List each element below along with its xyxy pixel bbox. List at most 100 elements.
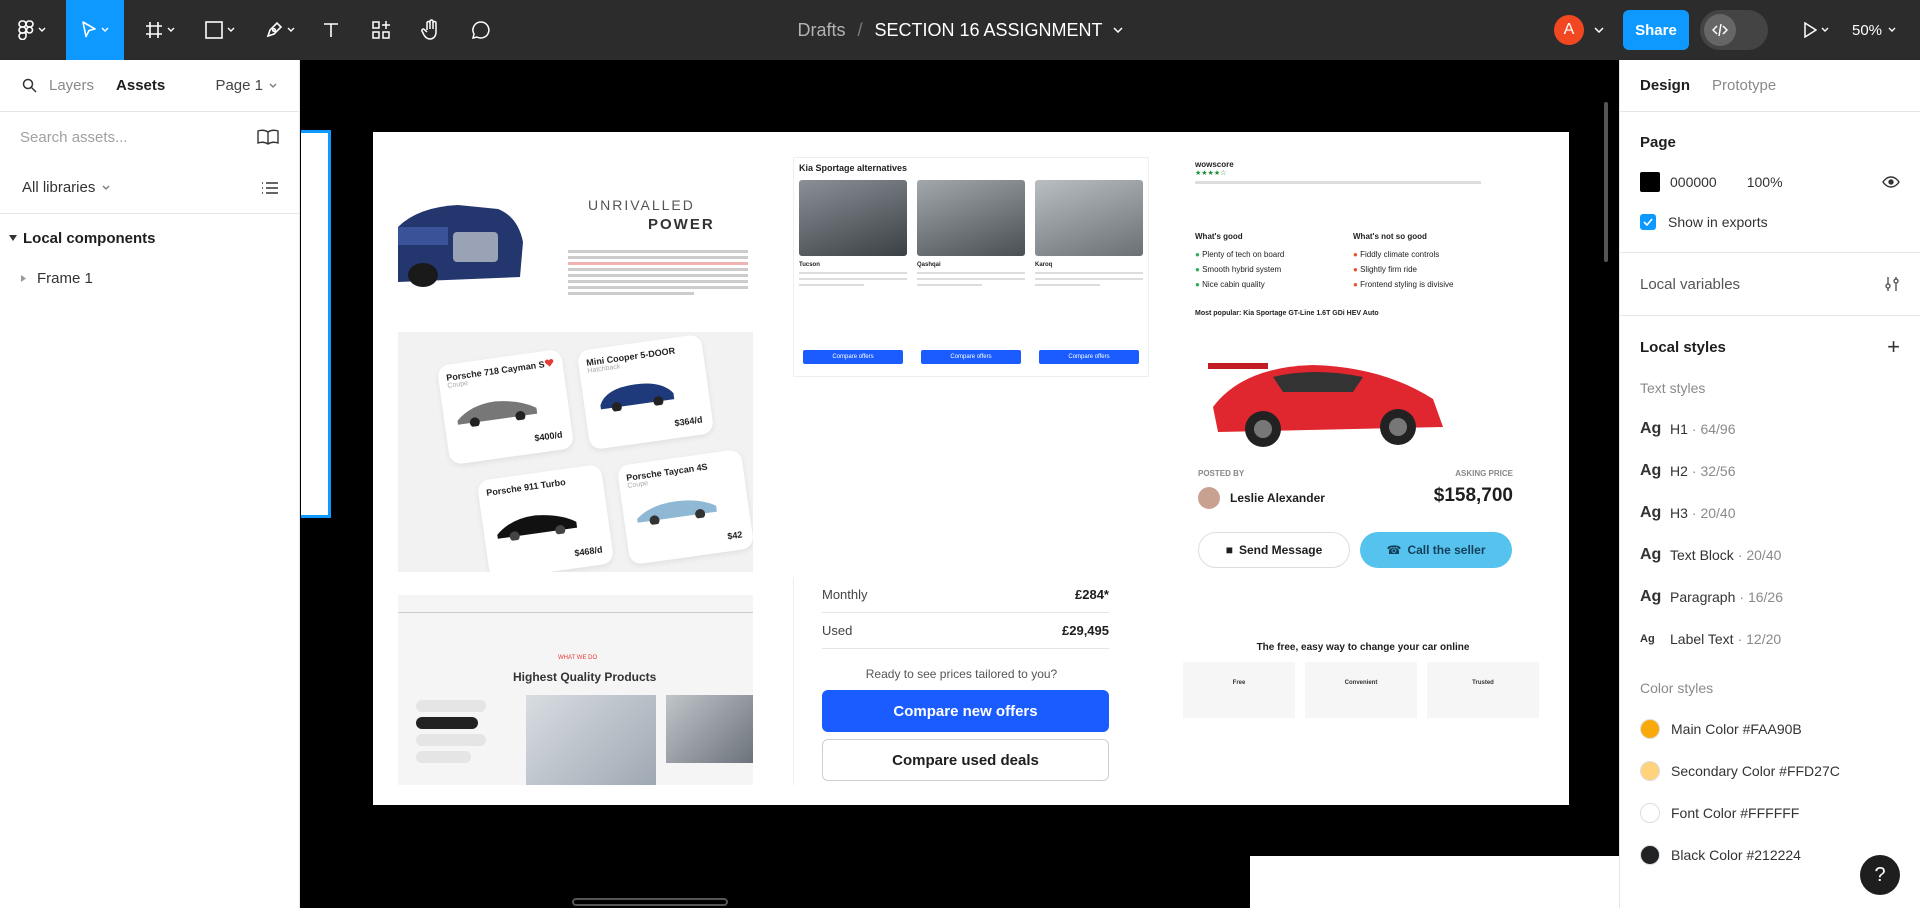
alternatives-tile[interactable]: Kia Sportage alternatives Tucson Compare… xyxy=(793,157,1149,377)
text-style-item[interactable]: Ag H2 · 32/56 xyxy=(1620,450,1920,492)
breadcrumb-drafts[interactable]: Drafts xyxy=(797,20,845,41)
variables-settings-icon[interactable] xyxy=(1884,276,1900,292)
send-message-button[interactable]: ■ Send Message xyxy=(1198,532,1350,568)
text-style-preview: Ag xyxy=(1640,504,1662,521)
heart-icon[interactable] xyxy=(544,358,555,368)
color-style-item[interactable]: Secondary Color #FFD27C xyxy=(1620,750,1920,792)
top-toolbar: Drafts / SECTION 16 ASSIGNMENT A Share 5… xyxy=(0,0,1920,60)
products-tile[interactable]: WHAT WE DO Highest Quality Products xyxy=(398,595,753,785)
alternative-card[interactable]: Qashqai Compare offers xyxy=(917,180,1025,370)
show-in-exports-checkbox[interactable] xyxy=(1640,214,1656,230)
listing-tile[interactable]: POSTED BY ASKING PRICE Leslie Alexander … xyxy=(1183,337,1543,577)
rental-card[interactable]: Mini Cooper 5-DOOR Hatchback $364/d xyxy=(576,333,715,451)
text-style-item[interactable]: Ag H3 · 20/40 xyxy=(1620,492,1920,534)
compare-offers-button[interactable]: Compare offers xyxy=(803,350,903,364)
chevron-down-icon[interactable] xyxy=(1594,27,1604,33)
eye-icon[interactable] xyxy=(1882,176,1900,188)
rental-card[interactable]: Porsche 718 Cayman S Coupe $400/d xyxy=(436,348,575,466)
page-selector[interactable]: Page 1 xyxy=(215,77,277,94)
pen-tool[interactable] xyxy=(258,0,302,60)
sell-title: The free, easy way to change your car on… xyxy=(1256,642,1470,653)
rental-card[interactable]: Porsche Taycan 4S Coupe $42 xyxy=(616,448,753,566)
offscreen-frame[interactable] xyxy=(1250,856,1619,908)
page-fill-opacity[interactable]: 100% xyxy=(1747,174,1783,190)
frame-tool[interactable] xyxy=(138,0,182,60)
hand-tool[interactable] xyxy=(416,0,446,60)
search-assets-input[interactable] xyxy=(20,128,257,146)
color-style-item[interactable]: Main Color #FAA90B xyxy=(1620,708,1920,750)
present-button[interactable] xyxy=(1796,0,1836,60)
shape-tool[interactable] xyxy=(198,0,242,60)
car-photo xyxy=(1035,180,1143,256)
search-icon[interactable] xyxy=(22,78,37,93)
color-swatch xyxy=(1640,845,1660,865)
text-style-spec: · 64/96 xyxy=(1691,421,1736,437)
page-fill-hex[interactable]: 000000 xyxy=(1670,174,1717,190)
call-seller-button[interactable]: ☎ Call the seller xyxy=(1360,532,1512,568)
move-tool[interactable] xyxy=(66,0,124,60)
text-icon xyxy=(324,23,338,37)
zoom-control[interactable]: 50% xyxy=(1852,0,1896,60)
chat-icon: ■ xyxy=(1225,543,1233,557)
compare-offers-button[interactable]: Compare offers xyxy=(1039,350,1139,364)
right-panel-tabs: Design Prototype xyxy=(1620,60,1920,112)
tab-assets[interactable]: Assets xyxy=(116,77,165,94)
rental-cards-tile[interactable]: Porsche 718 Cayman S Coupe $400/d Mini C… xyxy=(398,332,753,572)
chevron-down-icon xyxy=(102,185,110,190)
user-avatar[interactable]: A xyxy=(1554,15,1584,45)
tab-design[interactable]: Design xyxy=(1640,77,1690,94)
local-components-section[interactable]: Local components xyxy=(0,218,299,258)
tab-prototype[interactable]: Prototype xyxy=(1712,77,1776,94)
compare-new-offers-button[interactable]: Compare new offers xyxy=(822,690,1109,732)
list-view-icon[interactable] xyxy=(261,181,279,195)
products-tag: WHAT WE DO xyxy=(558,655,598,661)
libraries-dropdown[interactable]: All libraries xyxy=(22,179,110,196)
vertical-scrollbar[interactable] xyxy=(1604,102,1608,262)
text-style-preview: Ag xyxy=(1640,420,1662,437)
compare-used-deals-button[interactable]: Compare used deals xyxy=(822,739,1109,781)
help-button[interactable]: ? xyxy=(1860,855,1900,895)
text-style-name: H1 xyxy=(1670,421,1688,437)
asset-search xyxy=(0,112,299,162)
review-tile[interactable]: wowscore ★★★★☆ What's good ● Plenty of t… xyxy=(1183,152,1543,342)
color-style-item[interactable]: Font Color #FFFFFF xyxy=(1620,792,1920,834)
add-style-icon[interactable]: + xyxy=(1887,334,1900,360)
text-style-item[interactable]: Ag Text Block · 20/40 xyxy=(1620,534,1920,576)
car-image xyxy=(637,500,717,526)
sell-tile[interactable]: The free, easy way to change your car on… xyxy=(1183,642,1543,732)
pricing-tile[interactable]: Monthly £284* Used £29,495 Ready to see … xyxy=(793,577,1149,785)
alternative-card[interactable]: Karoq Compare offers xyxy=(1035,180,1143,370)
rental-card[interactable]: Porsche 911 Turbo $468/d xyxy=(476,463,615,572)
main-menu-button[interactable] xyxy=(10,0,54,60)
component-item-label: Frame 1 xyxy=(37,269,93,287)
text-tool[interactable] xyxy=(316,0,346,60)
code-icon xyxy=(1704,14,1736,46)
selected-frame[interactable] xyxy=(301,130,331,518)
dev-mode-toggle[interactable] xyxy=(1700,10,1768,50)
blue-suv-image xyxy=(398,205,523,287)
chevron-down-icon[interactable] xyxy=(1113,27,1123,33)
text-style-item[interactable]: Ag H1 · 64/96 xyxy=(1620,408,1920,450)
page-fill-swatch[interactable] xyxy=(1640,172,1660,192)
book-icon[interactable] xyxy=(257,129,279,145)
show-in-exports-row[interactable]: Show in exports xyxy=(1620,202,1920,242)
compare-offers-button[interactable]: Compare offers xyxy=(921,350,1021,364)
resources-tool[interactable] xyxy=(366,0,396,60)
alternative-card[interactable]: Tucson Compare offers xyxy=(799,180,907,370)
tab-layers[interactable]: Layers xyxy=(49,77,94,94)
share-button[interactable]: Share xyxy=(1623,10,1689,50)
horizontal-scrollbar[interactable] xyxy=(572,898,728,906)
file-name[interactable]: SECTION 16 ASSIGNMENT xyxy=(874,20,1102,41)
rental-card-price: $400/d xyxy=(533,429,564,444)
hero-tile[interactable]: UNRIVALLED POWER xyxy=(398,152,753,312)
component-item-frame-1[interactable]: Frame 1 xyxy=(0,258,299,298)
comment-tool[interactable] xyxy=(466,0,496,60)
text-style-item[interactable]: Ag Label Text · 12/20 xyxy=(1620,618,1920,660)
color-style-name: Black Color #212224 xyxy=(1671,847,1801,863)
local-variables-row[interactable]: Local variables xyxy=(1620,263,1920,305)
design-canvas[interactable]: UNRIVALLED POWER Porsche 718 Cayman S Co… xyxy=(300,60,1619,908)
artboard[interactable]: UNRIVALLED POWER Porsche 718 Cayman S Co… xyxy=(373,132,1569,805)
comment-icon xyxy=(471,21,490,40)
left-panel-tabs: Layers Assets Page 1 xyxy=(0,60,299,112)
text-style-item[interactable]: Ag Paragraph · 16/26 xyxy=(1620,576,1920,618)
